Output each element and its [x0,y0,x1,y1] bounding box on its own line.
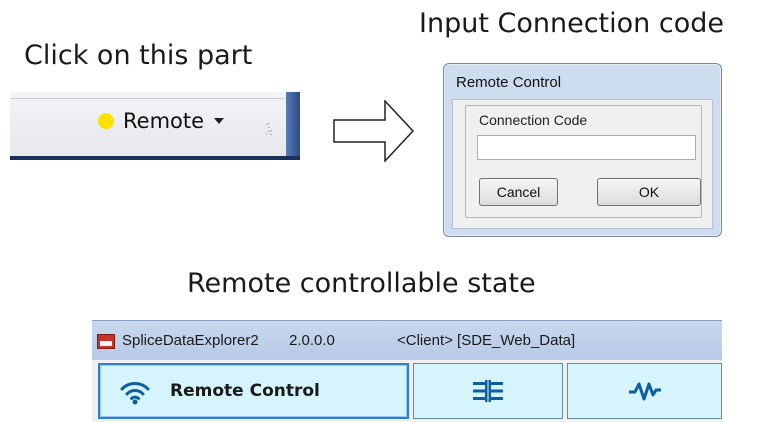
splice-icon [473,380,503,402]
connection-code-label: Connection Code [477,112,590,128]
caption-click-part: Click on this part [24,40,253,71]
ok-button[interactable]: OK [597,178,701,206]
dialog-body: Connection Code Cancel OK [452,99,713,229]
app-toolbar: Remote Control [92,360,722,422]
dropdown-arrow-icon [214,118,225,124]
remote-control-dialog: Remote Control Connection Code Cancel OK [443,63,722,237]
waveform-button[interactable] [567,363,722,419]
status-divider [10,98,288,99]
window-frame [286,92,300,156]
splice-button[interactable] [413,363,563,419]
connection-code-input[interactable] [477,135,696,160]
status-dot-icon [98,113,114,129]
dialog-title: Remote Control [456,74,562,91]
app-name: SpliceDataExplorer2 [122,332,259,349]
app-logo-icon [97,334,115,349]
caption-input-code: Input Connection code [419,8,724,39]
app-window: SpliceDataExplorer2 2.0.0.0 <Client> [SD… [92,320,722,422]
status-bar: Remote ·: .·: [10,92,300,160]
remote-control-label: Remote Control [170,381,320,401]
resize-grip-icon[interactable]: ·: .·: [265,121,273,138]
caption-remote-state: Remote controllable state [187,268,536,299]
app-connection-info: <Client> [SDE_Web_Data] [397,332,576,349]
waveform-icon [628,382,661,401]
remote-status-button[interactable]: Remote [98,106,225,136]
wifi-icon [120,382,150,405]
cancel-button[interactable]: Cancel [479,178,558,206]
app-titlebar: SpliceDataExplorer2 2.0.0.0 <Client> [SD… [92,320,722,360]
right-arrow-icon [333,100,415,162]
remote-status-label: Remote [123,109,205,133]
app-version: 2.0.0.0 [289,332,335,349]
remote-control-button[interactable]: Remote Control [98,363,409,419]
